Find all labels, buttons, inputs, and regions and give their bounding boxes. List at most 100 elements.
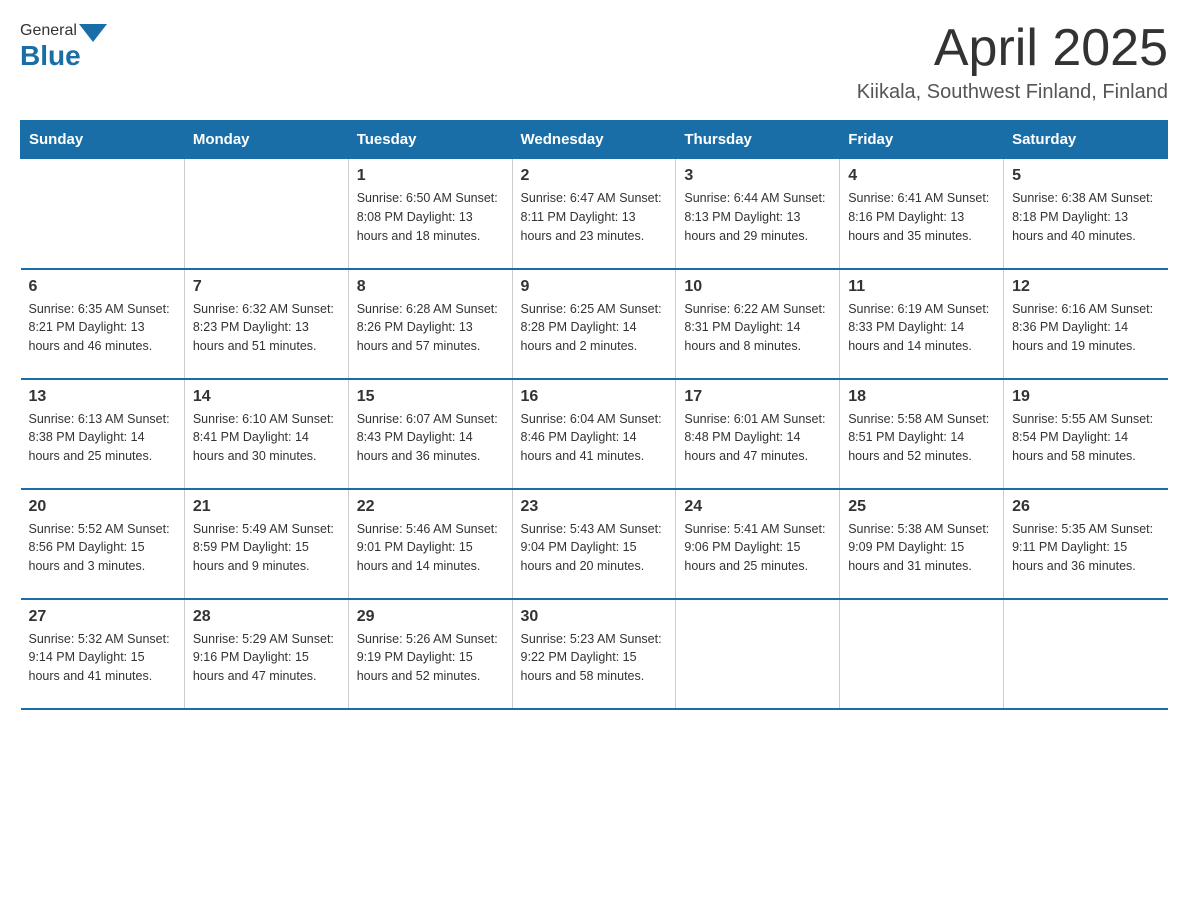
day-number: 30 (521, 608, 668, 626)
day-info: Sunrise: 6:38 AM Sunset: 8:18 PM Dayligh… (1012, 189, 1159, 245)
day-number: 23 (521, 498, 668, 516)
calendar-week-row: 13 Sunrise: 6:13 AM Sunset: 8:38 PM Dayli… (21, 379, 1168, 489)
day-info: Sunrise: 6:25 AM Sunset: 8:28 PM Dayligh… (521, 300, 668, 356)
day-info: Sunrise: 6:13 AM Sunset: 8:38 PM Dayligh… (29, 410, 176, 466)
calendar-cell: 26 Sunrise: 5:35 AM Sunset: 9:11 PM Dayli… (1004, 489, 1168, 599)
day-info: Sunrise: 6:47 AM Sunset: 8:11 PM Dayligh… (521, 189, 668, 245)
day-info: Sunrise: 6:35 AM Sunset: 8:21 PM Dayligh… (29, 300, 176, 356)
day-info: Sunrise: 5:58 AM Sunset: 8:51 PM Dayligh… (848, 410, 995, 466)
calendar-cell: 30 Sunrise: 5:23 AM Sunset: 9:22 PM Dayli… (512, 599, 676, 709)
calendar-cell: 25Sunrise: 5:38 AM Sunset: 9:09 PM Dayli… (840, 489, 1004, 599)
calendar-week-row: 1 Sunrise: 6:50 AM Sunset: 8:08 PM Daylig… (21, 159, 1168, 269)
calendar-cell: 1 Sunrise: 6:50 AM Sunset: 8:08 PM Daylig… (348, 159, 512, 269)
day-info: Sunrise: 5:41 AM Sunset: 9:06 PM Dayligh… (684, 520, 831, 576)
weekday-header-friday: Friday (840, 121, 1004, 159)
calendar-cell: 2 Sunrise: 6:47 AM Sunset: 8:11 PM Daylig… (512, 159, 676, 269)
calendar-cell: 23 Sunrise: 5:43 AM Sunset: 9:04 PM Dayli… (512, 489, 676, 599)
weekday-header-sunday: Sunday (21, 121, 185, 159)
day-number: 16 (521, 388, 668, 406)
calendar-cell: 9 Sunrise: 6:25 AM Sunset: 8:28 PM Daylig… (512, 269, 676, 379)
calendar-cell: 16 Sunrise: 6:04 AM Sunset: 8:46 PM Dayli… (512, 379, 676, 489)
calendar-cell: 7Sunrise: 6:32 AM Sunset: 8:23 PM Daylig… (184, 269, 348, 379)
calendar-cell: 21 Sunrise: 5:49 AM Sunset: 8:59 PM Dayli… (184, 489, 348, 599)
day-number: 3 (684, 167, 831, 185)
day-number: 19 (1012, 388, 1159, 406)
calendar-week-row: 27 Sunrise: 5:32 AM Sunset: 9:14 PM Dayli… (21, 599, 1168, 709)
day-info: Sunrise: 6:19 AM Sunset: 8:33 PM Dayligh… (848, 300, 995, 356)
day-number: 5 (1012, 167, 1159, 185)
day-info: Sunrise: 6:50 AM Sunset: 8:08 PM Dayligh… (357, 189, 504, 245)
day-number: 27 (29, 608, 176, 626)
day-number: 2 (521, 167, 668, 185)
calendar-cell: 13 Sunrise: 6:13 AM Sunset: 8:38 PM Dayli… (21, 379, 185, 489)
day-number: 14 (193, 388, 340, 406)
day-number: 21 (193, 498, 340, 516)
logo-arrow-icon (79, 24, 107, 42)
day-info: Sunrise: 5:35 AM Sunset: 9:11 PM Dayligh… (1012, 520, 1159, 576)
day-number: 12 (1012, 278, 1159, 296)
calendar-cell: 10 Sunrise: 6:22 AM Sunset: 8:31 PM Dayli… (676, 269, 840, 379)
calendar-table: SundayMondayTuesdayWednesdayThursdayFrid… (20, 120, 1168, 710)
calendar-cell: 18 Sunrise: 5:58 AM Sunset: 8:51 PM Dayli… (840, 379, 1004, 489)
day-info: Sunrise: 6:41 AM Sunset: 8:16 PM Dayligh… (848, 189, 995, 245)
calendar-cell: 14 Sunrise: 6:10 AM Sunset: 8:41 PM Dayli… (184, 379, 348, 489)
calendar-cell (676, 599, 840, 709)
day-number: 28 (193, 608, 340, 626)
day-info: Sunrise: 6:16 AM Sunset: 8:36 PM Dayligh… (1012, 300, 1159, 356)
day-number: 8 (357, 278, 504, 296)
calendar-cell: 20 Sunrise: 5:52 AM Sunset: 8:56 PM Dayli… (21, 489, 185, 599)
day-number: 29 (357, 608, 504, 626)
calendar-cell: 8 Sunrise: 6:28 AM Sunset: 8:26 PM Daylig… (348, 269, 512, 379)
day-number: 18 (848, 388, 995, 406)
calendar-body: 1 Sunrise: 6:50 AM Sunset: 8:08 PM Daylig… (21, 159, 1168, 709)
calendar-cell (840, 599, 1004, 709)
day-number: 13 (29, 388, 176, 406)
weekday-header-row: SundayMondayTuesdayWednesdayThursdayFrid… (21, 121, 1168, 159)
day-info: Sunrise: 5:46 AM Sunset: 9:01 PM Dayligh… (357, 520, 504, 576)
day-number: 20 (29, 498, 176, 516)
day-info: Sunrise: 5:32 AM Sunset: 9:14 PM Dayligh… (29, 630, 176, 686)
day-info: Sunrise: 6:44 AM Sunset: 8:13 PM Dayligh… (684, 189, 831, 245)
calendar-cell: 11 Sunrise: 6:19 AM Sunset: 8:33 PM Dayli… (840, 269, 1004, 379)
day-number: 9 (521, 278, 668, 296)
calendar-cell: 27 Sunrise: 5:32 AM Sunset: 9:14 PM Dayli… (21, 599, 185, 709)
day-info: Sunrise: 5:29 AM Sunset: 9:16 PM Dayligh… (193, 630, 340, 686)
calendar-week-row: 20 Sunrise: 5:52 AM Sunset: 8:56 PM Dayli… (21, 489, 1168, 599)
day-number: 15 (357, 388, 504, 406)
day-info: Sunrise: 6:22 AM Sunset: 8:31 PM Dayligh… (684, 300, 831, 356)
day-info: Sunrise: 6:28 AM Sunset: 8:26 PM Dayligh… (357, 300, 504, 356)
day-info: Sunrise: 5:49 AM Sunset: 8:59 PM Dayligh… (193, 520, 340, 576)
calendar-cell: 24Sunrise: 5:41 AM Sunset: 9:06 PM Dayli… (676, 489, 840, 599)
location-text: Kiikala, Southwest Finland, Finland (857, 81, 1168, 104)
day-number: 7 (193, 278, 340, 296)
day-info: Sunrise: 6:01 AM Sunset: 8:48 PM Dayligh… (684, 410, 831, 466)
day-number: 26 (1012, 498, 1159, 516)
calendar-cell: 17 Sunrise: 6:01 AM Sunset: 8:48 PM Dayli… (676, 379, 840, 489)
day-info: Sunrise: 5:52 AM Sunset: 8:56 PM Dayligh… (29, 520, 176, 576)
logo-general-text: General (20, 22, 77, 40)
day-number: 6 (29, 278, 176, 296)
day-number: 25 (848, 498, 995, 516)
logo-blue-text: Blue (20, 40, 81, 72)
day-info: Sunrise: 6:10 AM Sunset: 8:41 PM Dayligh… (193, 410, 340, 466)
month-title: April 2025 (857, 20, 1168, 77)
day-number: 1 (357, 167, 504, 185)
day-info: Sunrise: 6:07 AM Sunset: 8:43 PM Dayligh… (357, 410, 504, 466)
day-number: 17 (684, 388, 831, 406)
calendar-cell: 19Sunrise: 5:55 AM Sunset: 8:54 PM Dayli… (1004, 379, 1168, 489)
weekday-header-tuesday: Tuesday (348, 121, 512, 159)
weekday-header-wednesday: Wednesday (512, 121, 676, 159)
day-info: Sunrise: 5:26 AM Sunset: 9:19 PM Dayligh… (357, 630, 504, 686)
calendar-week-row: 6 Sunrise: 6:35 AM Sunset: 8:21 PM Daylig… (21, 269, 1168, 379)
page-header: General Blue April 2025 Kiikala, Southwe… (20, 20, 1168, 104)
calendar-cell: 4Sunrise: 6:41 AM Sunset: 8:16 PM Daylig… (840, 159, 1004, 269)
day-info: Sunrise: 5:23 AM Sunset: 9:22 PM Dayligh… (521, 630, 668, 686)
day-number: 22 (357, 498, 504, 516)
weekday-header-saturday: Saturday (1004, 121, 1168, 159)
calendar-header: SundayMondayTuesdayWednesdayThursdayFrid… (21, 121, 1168, 159)
day-info: Sunrise: 6:04 AM Sunset: 8:46 PM Dayligh… (521, 410, 668, 466)
calendar-cell: 15 Sunrise: 6:07 AM Sunset: 8:43 PM Dayli… (348, 379, 512, 489)
day-info: Sunrise: 5:43 AM Sunset: 9:04 PM Dayligh… (521, 520, 668, 576)
day-number: 10 (684, 278, 831, 296)
day-number: 11 (848, 278, 995, 296)
